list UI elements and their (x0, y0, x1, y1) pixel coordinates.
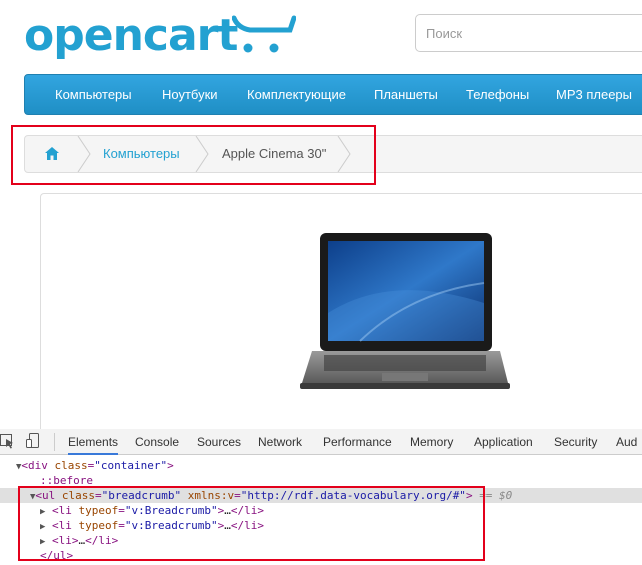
device-toolbar-icon[interactable] (26, 433, 40, 449)
menu-item-phones[interactable]: Телефоны (466, 75, 529, 114)
menu-item-tablets[interactable]: Планшеты (374, 75, 438, 114)
tab-application[interactable]: Application (474, 429, 533, 455)
main-menu: Компьютеры Ноутбуки Комплектующие Планше… (24, 74, 642, 115)
menu-item-mp3-players[interactable]: MP3 плееры (556, 75, 632, 114)
logo[interactable]: opencart (24, 6, 238, 66)
search-box[interactable] (415, 14, 642, 52)
laptop-image[interactable] (300, 233, 510, 393)
dom-highlight-box (18, 486, 485, 561)
tab-audits[interactable]: Aud (616, 429, 637, 455)
tab-console[interactable]: Console (135, 429, 179, 455)
search-input[interactable] (416, 15, 636, 51)
tab-performance[interactable]: Performance (323, 429, 392, 455)
tab-network[interactable]: Network (258, 429, 302, 455)
inspect-element-icon[interactable] (0, 433, 14, 449)
toolbar-divider (54, 433, 55, 451)
cart-logo-icon (232, 15, 296, 53)
menu-item-laptops[interactable]: Ноутбуки (162, 75, 218, 114)
tab-memory[interactable]: Memory (410, 429, 453, 455)
breadcrumb-highlight-box (11, 125, 376, 185)
menu-item-components[interactable]: Комплектующие (247, 75, 346, 114)
tab-security[interactable]: Security (554, 429, 597, 455)
tab-sources[interactable]: Sources (197, 429, 241, 455)
menu-item-computers[interactable]: Компьютеры (55, 75, 132, 114)
tab-elements[interactable]: Elements (68, 429, 119, 455)
